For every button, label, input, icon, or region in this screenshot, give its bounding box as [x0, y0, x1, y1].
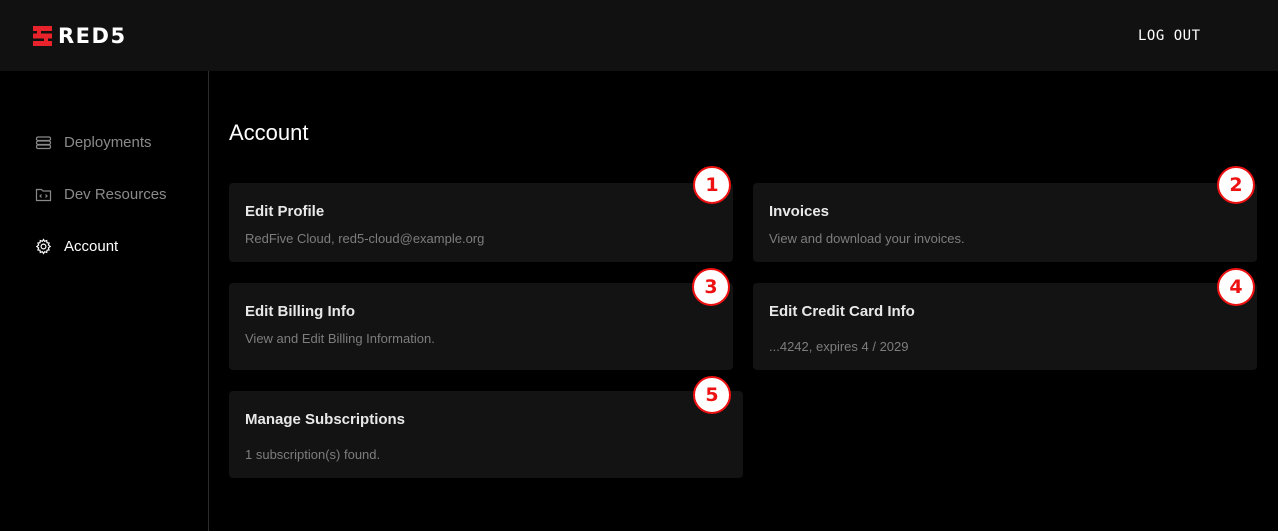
card-title: Invoices: [769, 203, 830, 220]
annotation-badge: 3: [692, 268, 730, 306]
sidebar-item-label: Deployments: [64, 133, 152, 151]
sidebar-item-label: Account: [64, 237, 119, 255]
card-title: Edit Billing Info: [245, 303, 355, 320]
card-title: Edit Profile: [245, 203, 325, 220]
folder-code-icon: [35, 188, 52, 201]
edit-credit-card-info-card[interactable]: Edit Credit Card Info ...4242, expires 4…: [753, 283, 1257, 370]
edit-billing-info-card[interactable]: Edit Billing Info View and Edit Billing …: [229, 283, 733, 370]
page-title: Account: [229, 120, 309, 145]
card-subtitle: View and Edit Billing Information.: [245, 331, 435, 346]
sidebar: Deployments Dev Resources Account: [0, 71, 209, 531]
sidebar-item-deployments[interactable]: Deployments: [35, 131, 152, 153]
gear-icon: [35, 237, 52, 255]
card-subtitle: RedFive Cloud, red5-cloud@example.org: [245, 231, 485, 246]
sidebar-item-dev-resources[interactable]: Dev Resources: [35, 183, 167, 205]
card-title: Manage Subscriptions: [245, 411, 406, 428]
sidebar-item-account[interactable]: Account: [35, 235, 118, 257]
top-bar: RED5 LOG OUT: [0, 0, 1278, 71]
red5-logo[interactable]: RED5: [33, 25, 127, 47]
annotation-badge: 1: [693, 166, 731, 204]
card-title: Edit Credit Card Info: [769, 303, 915, 320]
card-subtitle: 1 subscription(s) found.: [245, 447, 381, 462]
card-subtitle: ...4242, expires 4 / 2029: [769, 339, 909, 354]
annotation-badge: 4: [1217, 268, 1255, 306]
red5-logo-icon: [33, 26, 52, 46]
invoices-card[interactable]: Invoices View and download your invoices…: [753, 183, 1257, 262]
edit-profile-card[interactable]: Edit Profile RedFive Cloud, red5-cloud@e…: [229, 183, 733, 262]
card-subtitle: View and download your invoices.: [769, 231, 965, 246]
annotation-badge: 2: [1217, 166, 1255, 204]
logo-text: RED5: [58, 24, 127, 48]
sidebar-item-label: Dev Resources: [64, 185, 167, 203]
annotation-badge: 5: [693, 376, 731, 414]
logout-button[interactable]: LOG OUT: [1138, 28, 1201, 44]
database-stack-icon: [35, 135, 52, 149]
manage-subscriptions-card[interactable]: Manage Subscriptions 1 subscription(s) f…: [229, 391, 743, 478]
